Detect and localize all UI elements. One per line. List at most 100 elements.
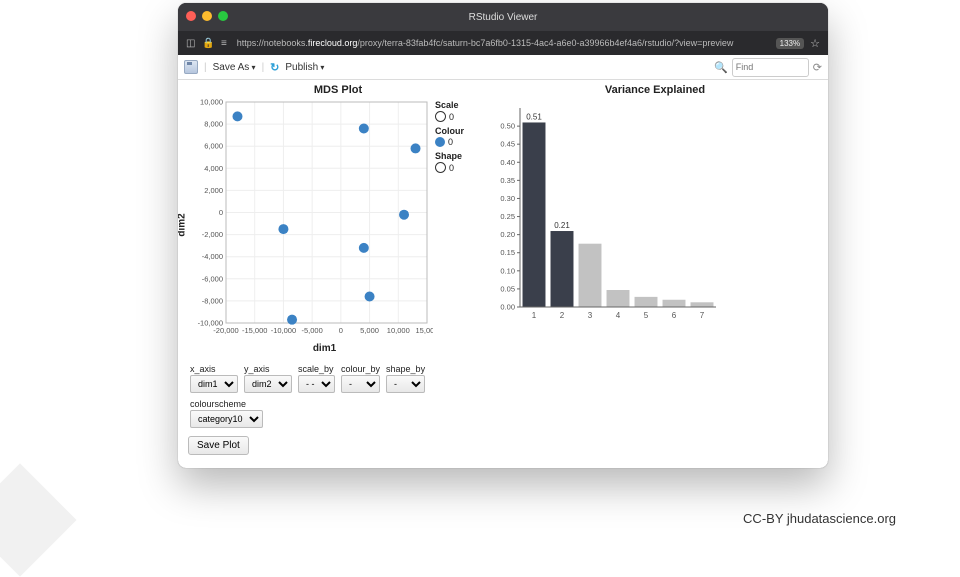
- svg-text:6,000: 6,000: [204, 142, 223, 151]
- scale-by-label: scale_by: [298, 364, 335, 374]
- svg-text:-8,000: -8,000: [202, 296, 223, 305]
- svg-text:0: 0: [219, 208, 223, 217]
- svg-text:-4,000: -4,000: [202, 252, 223, 261]
- legend-scale-value: 0: [449, 112, 454, 122]
- svg-text:2,000: 2,000: [204, 186, 223, 195]
- scatter-x-label: dim1: [216, 343, 433, 354]
- address-bar-icons: ◫ 🔒 ≡: [186, 38, 231, 49]
- svg-text:5: 5: [644, 311, 649, 320]
- scale-by-select[interactable]: - -: [298, 375, 335, 393]
- control-row: x_axis dim1 y_axis dim2 scale_by - - col…: [190, 364, 488, 428]
- publish-button[interactable]: Publish: [285, 62, 324, 73]
- bar: [551, 231, 574, 307]
- scatter-point: [411, 143, 421, 153]
- bar: [607, 290, 630, 307]
- svg-text:0: 0: [339, 326, 343, 335]
- scatter-point: [278, 224, 288, 234]
- svg-text:7: 7: [700, 311, 705, 320]
- title-bar: RStudio Viewer: [178, 3, 828, 31]
- bar: [691, 302, 714, 307]
- svg-text:0.35: 0.35: [500, 176, 515, 185]
- attribution: CC-BY jhudatascience.org: [743, 511, 896, 526]
- y-axis-select[interactable]: dim2: [244, 375, 292, 393]
- svg-text:0.51: 0.51: [526, 112, 542, 121]
- bar-title: Variance Explained: [492, 84, 818, 96]
- scatter-legend: Scale 0 Colour 0 Shape 0: [435, 98, 464, 354]
- lock-icon: 🔒: [202, 38, 214, 49]
- svg-text:4,000: 4,000: [204, 164, 223, 173]
- legend-shape-title: Shape: [435, 151, 464, 161]
- svg-text:0.50: 0.50: [500, 122, 515, 131]
- refresh-icon[interactable]: ⟳: [813, 61, 822, 74]
- divider: |: [204, 62, 207, 73]
- url-host: firecloud.org: [308, 38, 358, 48]
- scatter-point: [287, 315, 297, 325]
- svg-text:0.30: 0.30: [500, 194, 515, 203]
- legend-colour-title: Colour: [435, 126, 464, 136]
- svg-text:2: 2: [560, 311, 565, 320]
- svg-text:0.21: 0.21: [554, 221, 570, 230]
- legend-shape-swatch-icon: [435, 162, 446, 173]
- app-window: RStudio Viewer ◫ 🔒 ≡ https://notebooks.f…: [178, 3, 828, 468]
- window-maximize-icon[interactable]: [218, 11, 228, 21]
- scatter-point: [359, 243, 369, 253]
- svg-text:0.45: 0.45: [500, 140, 515, 149]
- svg-text:15,000: 15,000: [416, 326, 433, 335]
- svg-text:0.10: 0.10: [500, 266, 515, 275]
- url-post: /proxy/terra-83fab4fc/saturn-bc7a6fb0-13…: [357, 38, 733, 48]
- shield-icon[interactable]: ◫: [186, 38, 195, 49]
- bar-chart: 0.000.050.100.150.200.250.300.350.400.45…: [492, 98, 722, 323]
- svg-text:0.40: 0.40: [500, 158, 515, 167]
- legend-scale-title: Scale: [435, 100, 464, 110]
- x-axis-select[interactable]: dim1: [190, 375, 238, 393]
- window-minimize-icon[interactable]: [202, 11, 212, 21]
- legend-colour-swatch-icon: [435, 137, 445, 147]
- save-plot-button[interactable]: Save Plot: [188, 436, 249, 455]
- window-title: RStudio Viewer: [178, 12, 828, 23]
- url-field[interactable]: https://notebooks.firecloud.org/proxy/te…: [237, 38, 770, 48]
- svg-text:1: 1: [532, 311, 537, 320]
- svg-text:0.05: 0.05: [500, 284, 515, 293]
- disk-icon[interactable]: [184, 60, 198, 74]
- address-bar: ◫ 🔒 ≡ https://notebooks.firecloud.org/pr…: [178, 31, 828, 55]
- svg-text:-10,000: -10,000: [198, 319, 223, 328]
- bar: [663, 300, 686, 307]
- svg-text:-10,000: -10,000: [271, 326, 296, 335]
- svg-text:-15,000: -15,000: [242, 326, 267, 335]
- colourscheme-label: colourscheme: [190, 399, 263, 409]
- svg-text:5,000: 5,000: [360, 326, 379, 335]
- scatter-point: [399, 210, 409, 220]
- traffic-lights: [186, 11, 228, 21]
- scatter-y-label: dim2: [178, 213, 188, 236]
- zoom-badge[interactable]: 133%: [776, 38, 804, 49]
- window-close-icon[interactable]: [186, 11, 196, 21]
- svg-text:-5,000: -5,000: [302, 326, 323, 335]
- bar-panel: Variance Explained 0.000.050.100.150.200…: [492, 84, 818, 455]
- divider: |: [262, 62, 265, 73]
- svg-text:0.20: 0.20: [500, 230, 515, 239]
- bar: [523, 122, 546, 307]
- colourscheme-select[interactable]: category10: [190, 410, 263, 428]
- bookmark-star-icon[interactable]: ☆: [810, 37, 820, 50]
- viewer-toolbar: | Save As | ↻ Publish 🔍 ⟳: [178, 55, 828, 80]
- viewer-body: MDS Plot dim2 -20,000-15,000-10,000-5,00…: [178, 80, 828, 459]
- svg-text:0.25: 0.25: [500, 212, 515, 221]
- legend-shape-value: 0: [449, 163, 454, 173]
- svg-text:10,000: 10,000: [200, 98, 223, 107]
- search-icon: 🔍: [714, 61, 728, 74]
- scatter-plot: -20,000-15,000-10,000-5,00005,00010,0001…: [188, 98, 433, 343]
- svg-text:10,000: 10,000: [387, 326, 410, 335]
- shape-by-label: shape_by: [386, 364, 425, 374]
- permissions-icon[interactable]: ≡: [221, 38, 227, 49]
- scatter-point: [365, 291, 375, 301]
- svg-text:8,000: 8,000: [204, 120, 223, 129]
- publish-icon: ↻: [270, 61, 279, 74]
- svg-text:3: 3: [588, 311, 593, 320]
- bar: [579, 244, 602, 307]
- corner-decoration: [0, 463, 77, 576]
- colour-by-select[interactable]: -: [341, 375, 380, 393]
- svg-text:0.00: 0.00: [500, 303, 515, 312]
- find-input[interactable]: [732, 58, 809, 77]
- shape-by-select[interactable]: -: [386, 375, 425, 393]
- save-as-button[interactable]: Save As: [213, 62, 256, 73]
